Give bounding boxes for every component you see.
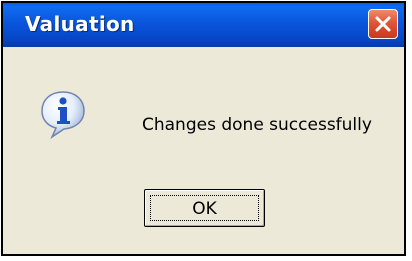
dialog-message: Changes done successfully	[142, 115, 372, 135]
information-icon	[41, 91, 85, 139]
ok-button-label: OK	[192, 199, 217, 219]
dialog-title: Valuation	[25, 12, 135, 36]
close-button[interactable]	[368, 9, 398, 39]
title-bar[interactable]: Valuation	[3, 3, 404, 47]
close-icon	[375, 16, 391, 32]
message-dialog: Valuation Changes done successfully OK	[1, 1, 406, 256]
ok-button[interactable]: OK	[144, 189, 265, 227]
